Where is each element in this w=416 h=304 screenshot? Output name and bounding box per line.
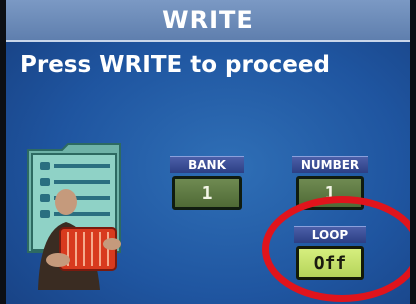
title-bar: WRITE: [6, 0, 410, 42]
display-screen: WRITE Press WRITE to proceed BANK 1 NUMB…: [6, 0, 410, 304]
instruction-text: Press WRITE to proceed: [20, 52, 330, 78]
highlight-circle: [262, 196, 410, 302]
bank-label: BANK: [170, 156, 244, 173]
page-title: WRITE: [162, 6, 254, 34]
bank-value-field[interactable]: 1: [172, 176, 242, 210]
number-label: NUMBER: [292, 156, 368, 173]
song-folder-accordion-icon: [27, 143, 121, 290]
